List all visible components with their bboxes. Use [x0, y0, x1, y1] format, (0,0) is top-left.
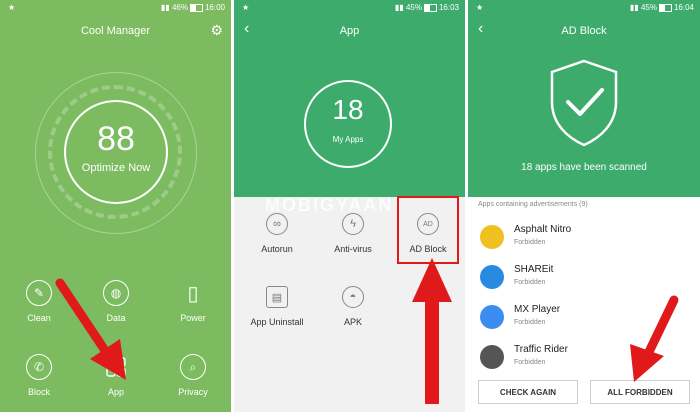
mx-player-icon — [480, 305, 504, 329]
clock: 16:03 — [438, 3, 459, 12]
shield-check-icon — [550, 59, 618, 147]
highlight-box — [397, 196, 459, 264]
battery-icon: ▯ — [187, 282, 199, 305]
cool-manager-screen: ★ ▮▮ 46% 16:00 Cool Manager ⚙ 88 Optimize… — [0, 0, 231, 412]
app-name: SHAREit — [514, 264, 554, 275]
app-name: Asphalt Nitro — [514, 224, 572, 235]
app-name: Traffic Rider — [514, 344, 568, 355]
scan-result-text: 18 apps have been scanned — [521, 162, 647, 173]
item-autorun[interactable]: ∞ Autorun — [242, 213, 312, 254]
app-status: Forbidden — [514, 239, 546, 246]
shareit-icon — [480, 265, 504, 289]
grid-item-privacy[interactable]: ⌕ Privacy — [158, 354, 228, 397]
infinity-icon: ∞ — [266, 213, 288, 235]
battery-percent: 45% — [640, 3, 657, 12]
battery-percent: 45% — [405, 3, 422, 12]
signal-icon: ▮▮ — [394, 3, 404, 12]
optimize-button[interactable]: 88 Optimize Now — [64, 100, 168, 204]
asphalt-nitro-icon — [480, 225, 504, 249]
battery-icon — [658, 3, 672, 12]
item-app-uninstall[interactable]: ▤ App Uninstall — [242, 286, 312, 327]
privacy-search-icon: ⌕ — [180, 354, 206, 380]
apps-count: 18 — [332, 94, 364, 125]
signal-icon: ▮▮ — [160, 3, 170, 12]
app-status: Forbidden — [514, 279, 546, 286]
item-apk[interactable]: ◓ APK — [318, 286, 388, 327]
score-value: 88 — [97, 120, 135, 158]
status-bar: ★ ▮▮ 45% 16:04 — [468, 0, 700, 16]
section-label: Apps containing advertisements (9) — [478, 201, 588, 208]
bluetooth-icon: ★ — [476, 3, 484, 12]
page-title: App — [339, 25, 360, 37]
red-arrow — [630, 295, 679, 382]
app-status: Forbidden — [514, 359, 546, 366]
android-icon: ◓ — [342, 286, 364, 308]
gear-icon[interactable]: ⚙ — [210, 22, 223, 39]
app-row[interactable]: Asphalt Nitro Forbidden — [468, 220, 700, 260]
grid-item-power[interactable]: ▯ Power — [158, 280, 228, 324]
watermark: MOBIGYAAN — [265, 195, 394, 215]
ad-block-screen: ★ ▮▮ 45% 16:04 ‹ AD Block 18 apps have be… — [468, 0, 700, 412]
item-anti-virus[interactable]: ϟ Anti-virus — [318, 213, 388, 254]
check-again-button[interactable]: CHECK AGAIN — [478, 380, 578, 404]
red-arrow — [55, 278, 126, 380]
signal-icon: ▮▮ — [629, 3, 639, 12]
battery-icon — [423, 3, 437, 12]
red-arrow — [412, 258, 452, 404]
app-status: Forbidden — [514, 319, 546, 326]
my-apps-ring[interactable]: 18 My Apps — [304, 80, 392, 168]
bluetooth-icon: ★ — [8, 3, 16, 12]
status-bar: ★ ▮▮ 45% 16:03 — [234, 0, 465, 16]
traffic-rider-icon — [480, 345, 504, 369]
trash-icon: ▤ — [266, 286, 288, 308]
optimize-label: Optimize Now — [81, 162, 151, 174]
battery-percent: 46% — [171, 3, 188, 12]
clock: 16:00 — [204, 3, 225, 12]
bluetooth-icon: ★ — [242, 3, 250, 12]
page-title: Cool Manager — [80, 25, 151, 37]
status-bar: ★ ▮▮ 46% 16:00 — [0, 0, 231, 16]
shield-bolt-icon: ϟ — [342, 213, 364, 235]
clock: 16:04 — [673, 3, 694, 12]
page-title: AD Block — [561, 25, 607, 37]
apps-label: My Apps — [332, 135, 364, 144]
battery-icon — [189, 3, 203, 12]
app-name: MX Player — [514, 304, 561, 315]
